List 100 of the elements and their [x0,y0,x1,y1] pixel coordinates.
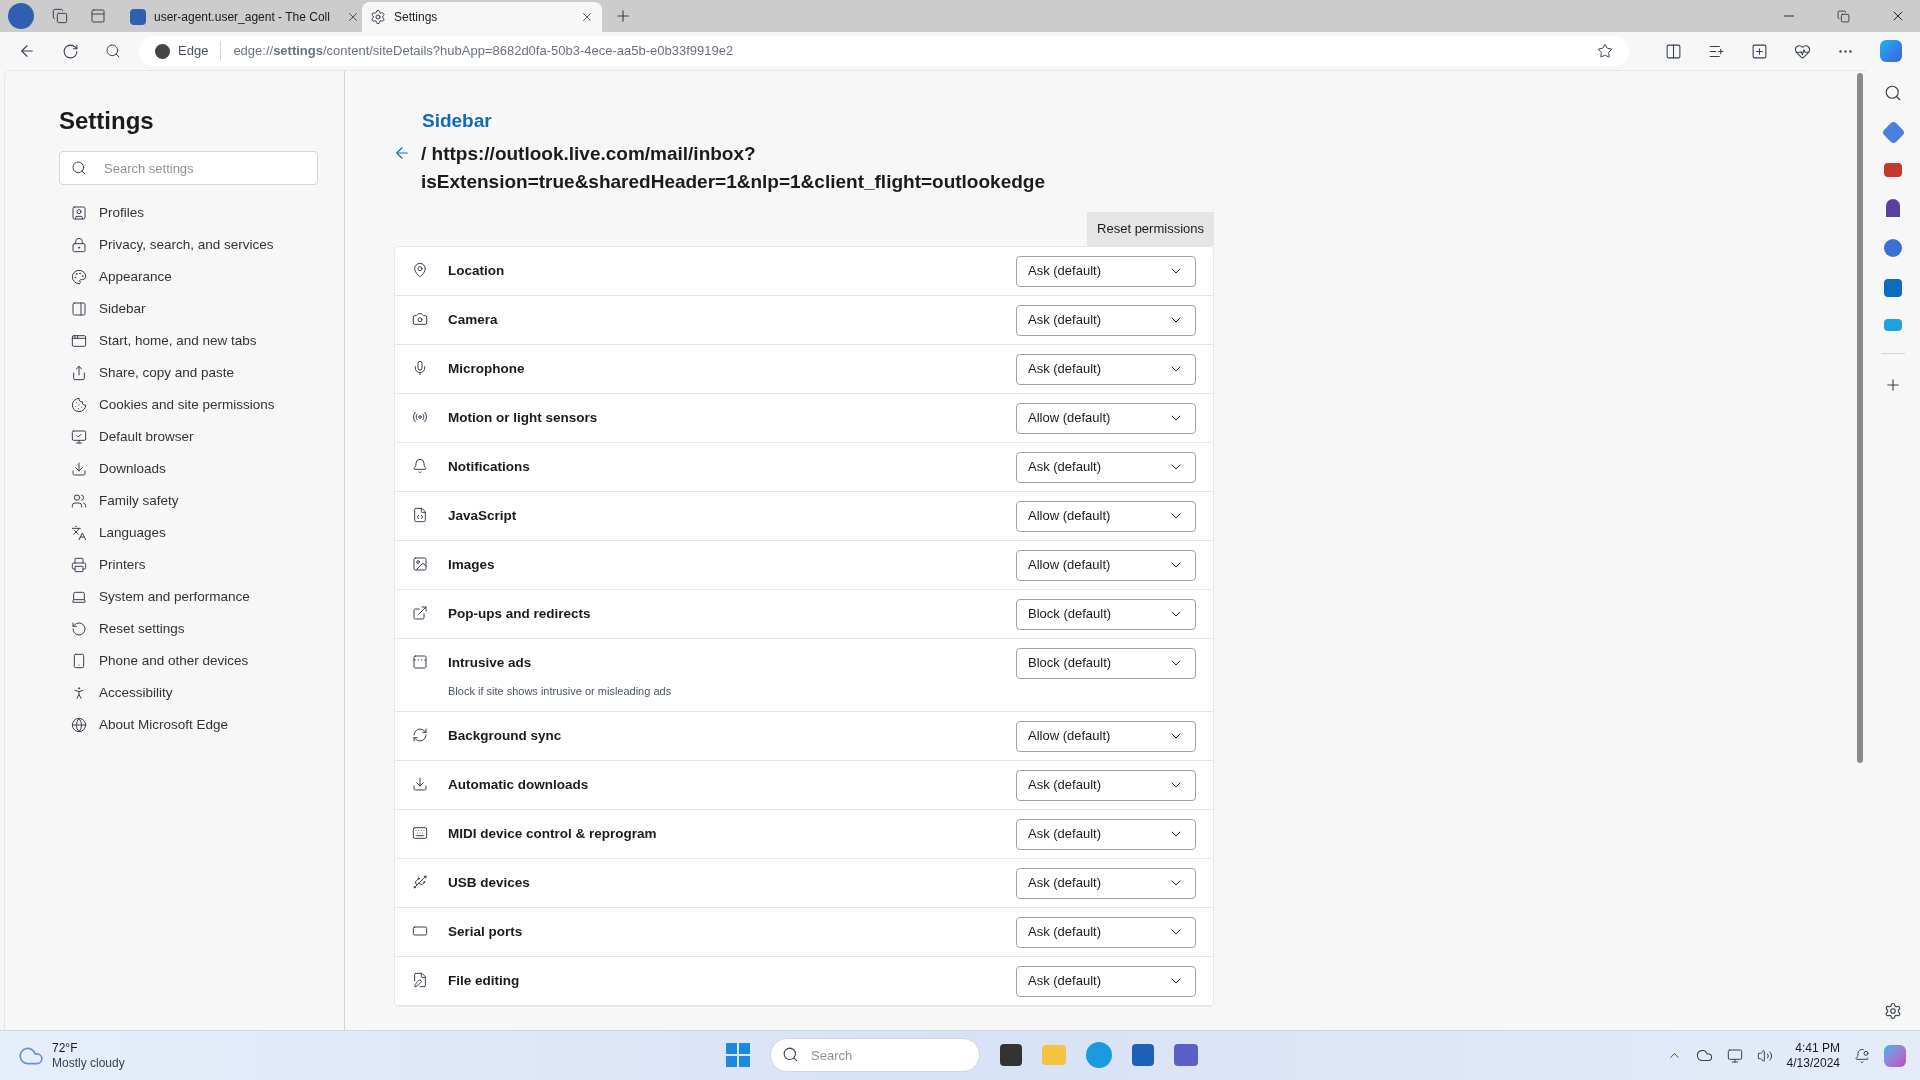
favorite-star-icon[interactable] [1597,43,1613,59]
copilot-icon[interactable] [1880,40,1902,62]
new-tab-icon[interactable] [614,7,632,25]
permission-dropdown[interactable]: Ask (default) [1016,451,1196,483]
nav-link[interactable]: Profiles [99,202,144,224]
file-pen-icon [412,971,428,988]
split-screen-icon[interactable] [1665,42,1682,60]
site-heading: / https://outlook.live.com/mail/inbox? isExtension=true&sharedHeader=1&nlp=1&client_flight=outlookedge [421,141,1045,194]
add-icon[interactable] [1884,376,1902,394]
nav-link[interactable]: Printers [99,554,146,576]
app-logo-icon[interactable] [8,3,34,29]
nav-link[interactable]: Privacy, search, and services [99,234,274,256]
restore-icon[interactable] [1837,9,1850,23]
sidebar-panel-icon [71,301,87,317]
code-file-icon [412,506,428,523]
nav-link[interactable]: Start, home, and new tabs [99,330,257,352]
permission-dropdown[interactable]: Ask (default) [1016,353,1196,385]
keyboard-icon [412,824,428,841]
download-icon [412,775,428,792]
permission-dropdown[interactable]: Allow (default) [1016,720,1196,752]
permission-label: JavaScript [448,506,518,525]
health-icon[interactable] [1794,42,1811,60]
outlook-icon[interactable] [1884,279,1902,297]
permission-dropdown[interactable]: Block (default) [1016,598,1196,630]
search-icon[interactable] [1884,84,1902,102]
nav-link[interactable]: Languages [99,522,166,544]
permission-label: Notifications [448,457,531,476]
permission-dropdown[interactable]: Block (default) [1016,647,1196,679]
accessibility-icon [71,685,87,701]
search-icon[interactable] [105,43,121,59]
permission-dropdown[interactable]: Allow (default) [1016,549,1196,581]
site-label: Edge [178,41,222,61]
refresh-icon[interactable] [62,42,79,60]
permission-label: Serial ports [448,922,524,941]
volume-icon[interactable] [1756,1047,1773,1064]
weather-condition: Mostly cloudy [52,1055,125,1071]
workspaces-icon[interactable] [52,8,68,24]
search-field[interactable]: Search settings [59,151,318,185]
palette-icon [71,269,87,285]
permission-description: Block if site shows intrusive or misleading ads [448,683,673,699]
permission-dropdown[interactable]: Ask (default) [1016,965,1196,997]
permission-dropdown[interactable]: Allow (default) [1016,500,1196,532]
edge-logo-icon [155,43,170,59]
permission-dropdown[interactable]: Ask (default) [1016,769,1196,801]
breadcrumb-link[interactable]: Sidebar [422,110,492,131]
image-icon [412,555,428,572]
permission-label: MIDI device control & reprogram [448,824,658,843]
back-icon[interactable] [18,42,36,60]
search-icon [782,1046,799,1063]
nav-link[interactable]: Reset settings [99,618,185,640]
nav-link[interactable]: Appearance [99,266,172,288]
nav-link[interactable]: Default browser [99,426,194,448]
store-icon[interactable] [1132,1044,1154,1066]
nav-link[interactable]: System and performance [99,586,250,608]
address-bar[interactable]: Edge edge://settings/content/siteDetails?hubApp=8682d0fa-50b3-4ece-aa5b-e0b33f9919e2 [139,36,1629,66]
cloud-icon[interactable] [1695,1047,1713,1064]
browser-tab[interactable]: user-agent.user_agent - The Coll [122,2,362,32]
reset-permissions-button[interactable]: Reset permissions [1087,211,1214,246]
briefcase-icon[interactable] [1884,163,1902,177]
permission-label: Images [448,555,496,574]
network-icon[interactable] [1726,1047,1743,1064]
settings-icon [370,9,386,25]
permission-dropdown[interactable]: Ask (default) [1016,867,1196,899]
phone-icon [71,653,87,669]
permission-dropdown[interactable]: Ask (default) [1016,818,1196,850]
teams-icon[interactable] [1174,1044,1198,1066]
permission-dropdown[interactable]: Ask (default) [1016,304,1196,336]
copilot-icon[interactable] [1884,1044,1906,1067]
notification-bell-icon[interactable] [1854,1047,1870,1064]
nav-link[interactable]: Cookies and site permissions [99,394,275,416]
settings-icon[interactable] [1884,1002,1902,1020]
nav-link[interactable]: About Microsoft Edge [99,714,229,736]
close-icon[interactable] [580,10,594,24]
nav-link[interactable]: Phone and other devices [99,650,249,672]
permission-label: File editing [448,971,521,990]
permission-dropdown[interactable]: Ask (default) [1016,916,1196,948]
collections-icon[interactable] [1751,42,1768,60]
nav-link[interactable]: Accessibility [99,682,173,704]
permission-dropdown[interactable]: Allow (default) [1016,402,1196,434]
taskbar-search-field[interactable]: Search [770,1038,980,1072]
task-view-icon[interactable] [1000,1044,1022,1066]
permission-label: Pop-ups and redirects [448,604,592,623]
bell-icon [412,457,428,474]
sync-icon [412,726,428,743]
window-icon [71,333,87,349]
nav-link[interactable]: Sidebar [99,298,146,320]
clock-time: 4:41 PM [1795,1040,1840,1056]
nav-link[interactable]: Share, copy and paste [99,362,235,384]
circle-app-icon[interactable] [1884,239,1902,257]
permission-dropdown[interactable]: Ask (default) [1016,255,1196,287]
lock-icon [71,237,87,253]
nav-link[interactable]: Family safety [99,490,179,512]
nav-link[interactable]: Downloads [99,458,166,480]
permission-label: Microphone [448,359,526,378]
start-button[interactable] [726,1043,750,1067]
browser-tab[interactable]: Settings [362,2,602,32]
camera-icon [412,310,428,327]
tab-actions-icon[interactable] [90,8,106,24]
monitor-check-icon [71,429,87,445]
languages-icon [71,525,87,541]
